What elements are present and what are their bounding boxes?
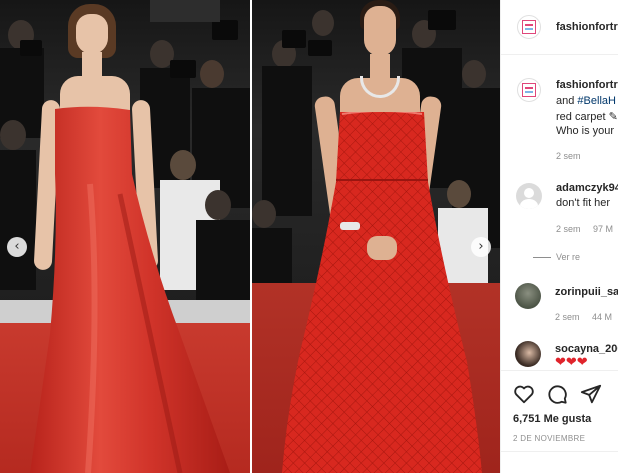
comment-text: don't fit her [556, 197, 611, 209]
comment-username[interactable]: zorinpuii_sa [555, 286, 618, 298]
caption-author-name[interactable]: fashionfortr [556, 79, 618, 91]
quilted-red-gown [282, 112, 482, 473]
comment-time: 2 sem [555, 312, 580, 322]
view-replies-line [533, 257, 551, 258]
caption-line-3: red carpet ✎ [556, 111, 618, 123]
account-name[interactable]: fashionfortr [556, 21, 618, 33]
comment-likes[interactable]: 97 M [593, 224, 613, 234]
post-sidebar: fashionfortr fashionfortr and #BellaH re… [500, 0, 618, 473]
caption-time: 2 sem [556, 151, 581, 161]
caption-author-avatar[interactable] [517, 78, 541, 102]
comment-avatar[interactable] [515, 341, 541, 367]
post-image-carousel[interactable]: ‹ › [0, 0, 500, 473]
caption-text: and [556, 95, 578, 107]
caption-line-4: Who is your [556, 125, 615, 137]
hashtag-link[interactable]: #BellaH [577, 95, 616, 107]
comment-username[interactable]: socayna_200 [555, 343, 618, 355]
chevron-left-icon: ‹ [14, 239, 20, 254]
comment-username[interactable]: adamczyk94 [556, 182, 618, 194]
comment-likes[interactable]: 44 M [592, 312, 612, 322]
comment-text: ❤❤❤ [555, 355, 588, 370]
red-satin-gown [30, 106, 230, 473]
comment-time: 2 sem [556, 224, 581, 234]
carousel-next-button[interactable]: › [471, 237, 491, 257]
caption-line-2: and #BellaH [556, 95, 616, 107]
comment-avatar[interactable] [516, 183, 542, 209]
right-photo [252, 0, 500, 473]
left-photo [0, 0, 250, 473]
comment-avatar[interactable] [515, 283, 541, 309]
post-header: fashionfortr [501, 0, 618, 55]
chevron-right-icon: › [478, 239, 484, 254]
carousel-prev-button[interactable]: ‹ [7, 237, 27, 257]
view-replies-link[interactable]: Ver re [556, 252, 580, 262]
account-avatar[interactable] [517, 15, 541, 39]
